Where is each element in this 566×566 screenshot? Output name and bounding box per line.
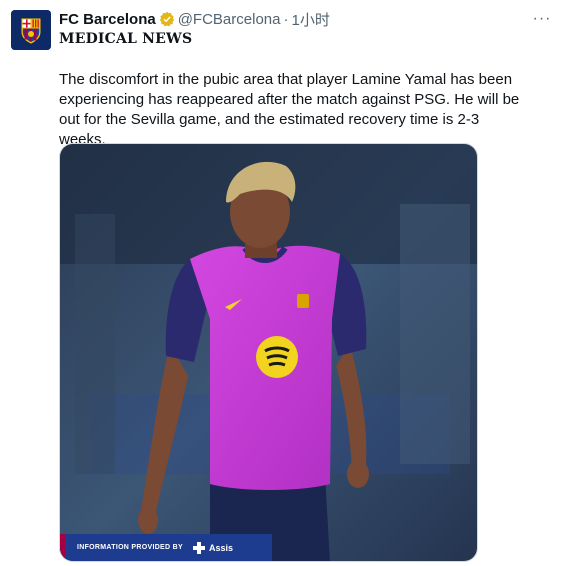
account-avatar[interactable] (11, 10, 51, 50)
tweet-photo[interactable]: INFORMATION PROVIDED BY Assis (59, 143, 478, 562)
sponsor-accent-bar (60, 534, 65, 561)
timestamp[interactable]: 1小时 (291, 9, 329, 30)
player-photo (60, 144, 477, 561)
sponsor-brand: Assis (208, 542, 233, 553)
display-name[interactable]: FC Barcelona (59, 11, 156, 28)
sponsor-banner: INFORMATION PROVIDED BY Assis (60, 534, 272, 561)
tweet-header: FC Barcelona @FCBarcelona · 1小时 (59, 9, 552, 29)
verified-badge-icon (159, 11, 174, 27)
sponsor-cross-icon (192, 541, 205, 554)
separator-dot: · (283, 10, 289, 28)
tweet-text: The discomfort in the pubic area that pl… (59, 71, 520, 148)
user-handle[interactable]: @FCBarcelona (178, 11, 281, 28)
more-options-icon[interactable]: ··· (532, 10, 552, 28)
fc-barcelona-crest-icon (11, 10, 51, 50)
tweet-headline: MEDICAL NEWS (59, 31, 193, 47)
sponsor-label: INFORMATION PROVIDED BY (77, 544, 183, 551)
